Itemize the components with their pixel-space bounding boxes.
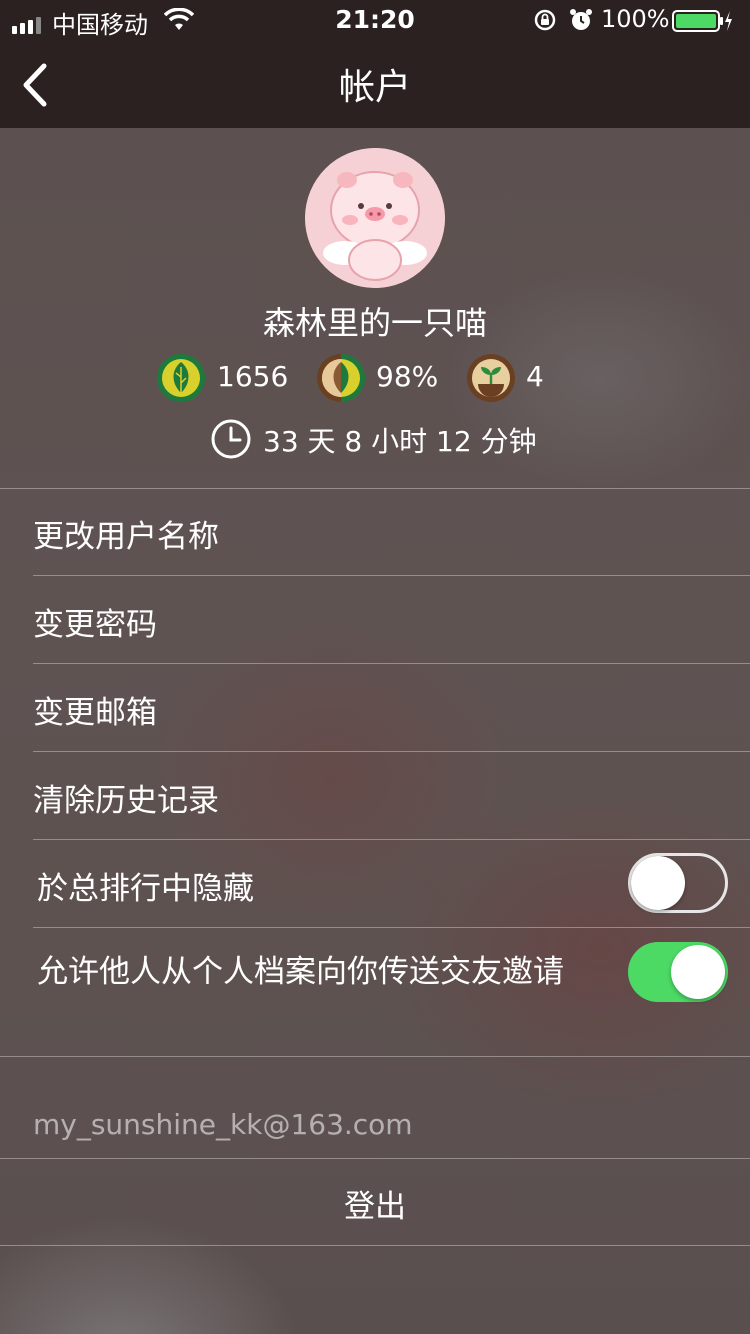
divider — [0, 1056, 750, 1057]
logout-button[interactable]: 登出 — [0, 1159, 750, 1245]
rotation-lock-icon — [533, 8, 557, 38]
page-title: 帐户 — [338, 67, 411, 108]
change-password-label: 变更密码 — [33, 607, 157, 643]
sprout-icon — [466, 353, 516, 407]
change-username-row[interactable]: 更改用户名称 — [0, 489, 750, 575]
account-email: my_sunshine_kk@163.com — [33, 1108, 413, 1141]
clock-icon — [210, 418, 252, 464]
navigation-bar: 帐户 — [0, 40, 750, 128]
hide-ranking-label: 於总排行中隐藏 — [37, 871, 254, 907]
clear-history-row[interactable]: 清除历史记录 — [0, 752, 750, 839]
hide-ranking-toggle[interactable] — [628, 853, 728, 913]
toggle-knob — [631, 856, 685, 910]
friend-invite-label: 允许他人从个人档案向你传送交友邀请 — [37, 954, 564, 990]
stat-trees-value: 1656 — [217, 360, 289, 393]
healthy-tree-icon — [156, 353, 206, 407]
alarm-icon — [569, 8, 593, 38]
change-email-label: 变更邮箱 — [33, 695, 157, 731]
status-bar: 中国移动 21:20 100% — [0, 0, 750, 40]
total-focus-time: 33 天 8 小时 12 分钟 — [263, 425, 537, 458]
battery-icon — [672, 9, 732, 39]
half-withered-tree-icon — [316, 353, 366, 407]
change-email-row[interactable]: 变更邮箱 — [0, 664, 750, 751]
divider — [0, 1245, 750, 1246]
clear-history-label: 清除历史记录 — [33, 783, 219, 819]
username: 森林里的一只喵 — [262, 304, 487, 342]
toggle-knob — [671, 945, 725, 999]
battery-percent: 100% — [601, 5, 670, 33]
friend-invite-toggle[interactable] — [628, 942, 728, 1002]
stat-sprouts-value: 4 — [526, 360, 544, 393]
change-username-label: 更改用户名称 — [33, 519, 219, 555]
hide-ranking-row: 於总排行中隐藏 — [0, 840, 750, 927]
change-password-row[interactable]: 变更密码 — [0, 576, 750, 663]
logout-label: 登出 — [344, 1189, 406, 1225]
friend-invite-row: 允许他人从个人档案向你传送交友邀请 — [0, 928, 750, 1056]
stat-success-rate-value: 98% — [376, 360, 439, 393]
avatar[interactable] — [305, 148, 445, 288]
